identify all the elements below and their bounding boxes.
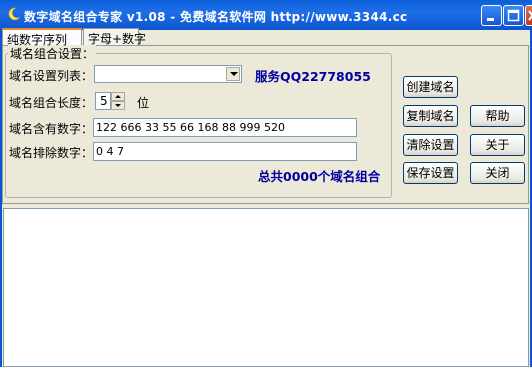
include-digits-input[interactable]: 122 666 33 55 66 168 88 999 520	[93, 118, 357, 137]
copy-domain-button[interactable]: 复制域名	[403, 105, 458, 127]
close-button[interactable]: 关闭	[470, 162, 525, 184]
maximize-button[interactable]	[503, 5, 524, 26]
exclude-digits-input[interactable]: 0 4 7	[93, 142, 357, 161]
clear-settings-button[interactable]: 清除设置	[403, 134, 458, 156]
about-button[interactable]: 关于	[470, 134, 525, 156]
exclude-label: 域名排除数字：	[9, 146, 94, 160]
title-bar: 数字域名组合专家 v1.08 - 免费域名软件网 http://www.3344…	[0, 0, 532, 30]
save-settings-button[interactable]: 保存设置	[403, 162, 458, 184]
tab-letters-digits[interactable]: 字母+数字	[83, 28, 146, 46]
length-spinner	[111, 92, 125, 110]
minimize-icon	[487, 18, 494, 21]
close-icon	[528, 10, 532, 21]
spin-up-icon[interactable]	[111, 92, 125, 101]
list-label: 域名设置列表：	[9, 69, 94, 83]
tab-strip: 纯数字序列 字母+数字	[0, 28, 532, 47]
minimize-button[interactable]	[481, 5, 502, 26]
tab-pure-digits[interactable]: 纯数字序列	[2, 28, 82, 47]
service-text: 服务QQ22778055	[255, 69, 371, 84]
chevron-down-icon[interactable]	[226, 67, 240, 81]
create-domain-button[interactable]: 创建域名	[403, 76, 458, 98]
total-count-text: 总共0000个域名组合	[258, 169, 381, 184]
length-label: 域名组合长度：	[9, 96, 94, 110]
spin-down-icon[interactable]	[111, 101, 125, 110]
length-unit: 位	[137, 96, 150, 110]
length-input[interactable]: 5	[95, 92, 111, 110]
domain-list-select[interactable]	[94, 65, 242, 83]
close-window-button[interactable]	[525, 5, 532, 26]
help-button[interactable]: 帮助	[470, 105, 525, 127]
maximize-icon	[507, 9, 520, 22]
moon-icon	[8, 7, 21, 21]
output-textarea[interactable]	[3, 208, 529, 367]
window-title: 数字域名组合专家 v1.08 - 免费域名软件网 http://www.3344…	[24, 10, 408, 24]
include-label: 域名含有数字：	[9, 122, 94, 136]
